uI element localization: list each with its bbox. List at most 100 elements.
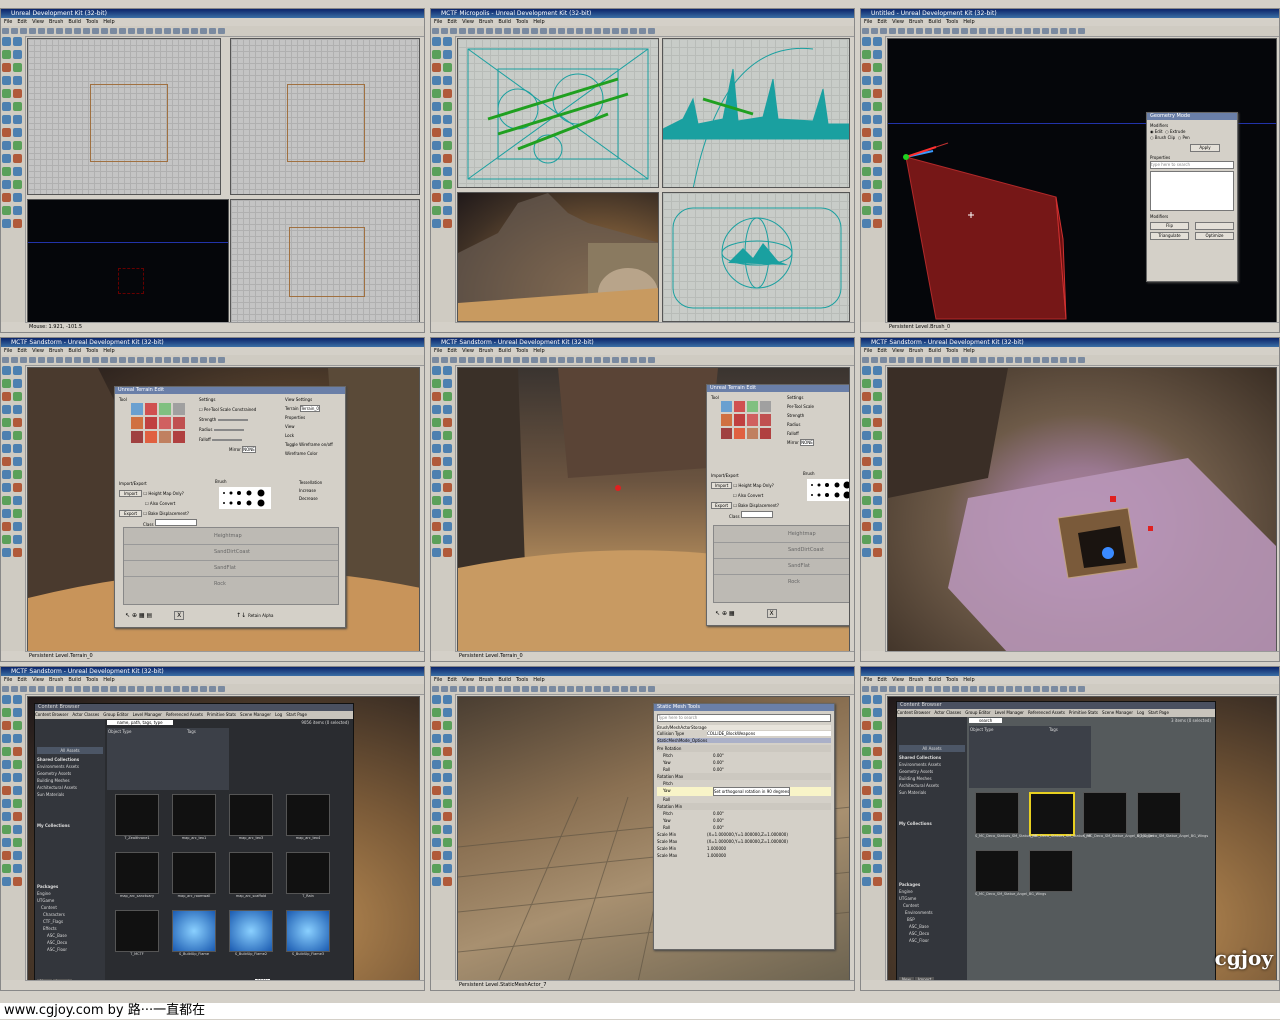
- menu-edit[interactable]: Edit: [447, 348, 457, 354]
- content-browser-window[interactable]: Content Browser Content Browser Actor Cla…: [896, 701, 1216, 985]
- properties-button[interactable]: Properties: [285, 413, 333, 422]
- tab-group-editor[interactable]: Group Editor: [103, 712, 128, 717]
- package-item[interactable]: UTGame: [37, 897, 103, 904]
- scale-min-uniform[interactable]: 1.000000: [707, 845, 726, 852]
- asset-thumbnail[interactable]: [115, 852, 159, 894]
- strength-slider[interactable]: [217, 419, 248, 421]
- menu-help[interactable]: Help: [533, 348, 544, 354]
- menu-help[interactable]: Help: [103, 677, 114, 683]
- mesh-thumbnail[interactable]: [975, 850, 1019, 892]
- scale-max-uniform[interactable]: 1.000000: [707, 852, 726, 859]
- menu-help[interactable]: Help: [963, 19, 974, 25]
- menu-brush[interactable]: Brush: [909, 348, 923, 354]
- package-item[interactable]: BSP: [899, 916, 965, 923]
- tab-strip[interactable]: Content Browser Actor Classes Group Editor…: [35, 711, 353, 719]
- menu-file[interactable]: File: [4, 19, 12, 25]
- mode-toolbox[interactable]: [431, 36, 456, 322]
- collection-item[interactable]: Architectural Assets: [899, 782, 965, 789]
- pitch-min-value[interactable]: 0.00°: [713, 810, 724, 817]
- falloff-slider[interactable]: [212, 439, 243, 441]
- viewport-perspective[interactable]: [887, 367, 1277, 652]
- toggle-wireframe-button[interactable]: Toggle Wireframe on/off: [285, 440, 333, 449]
- menu-view[interactable]: View: [32, 19, 44, 25]
- mirror-select[interactable]: NONE: [800, 439, 814, 446]
- viewport-side[interactable]: [230, 199, 420, 323]
- package-item[interactable]: Environments: [899, 909, 965, 916]
- tab-primitive-stats[interactable]: Primitive Stats: [1069, 710, 1098, 715]
- mesh-thumbnail[interactable]: [1029, 850, 1073, 892]
- toolbar[interactable]: [1, 684, 424, 695]
- tab-primitive-stats[interactable]: Primitive Stats: [207, 712, 236, 717]
- radius-slider[interactable]: [213, 429, 244, 431]
- tab-actor-classes[interactable]: Actor Classes: [72, 712, 99, 717]
- yaw-value[interactable]: 0.00°: [713, 759, 724, 766]
- pre-rotation-label[interactable]: Pre Rotation: [657, 745, 831, 752]
- menu-build[interactable]: Build: [928, 677, 941, 683]
- layer-copy-icon[interactable]: ▦: [729, 610, 735, 617]
- all-assets-button[interactable]: All Assets: [899, 745, 965, 752]
- menu-brush[interactable]: Brush: [479, 677, 493, 683]
- viewport-perspective[interactable]: Geometry Mode Modifiers ◉ Edit ○ Extrude…: [887, 38, 1277, 323]
- yaw-min-value[interactable]: 0.00°: [713, 817, 724, 824]
- layer-row[interactable]: SandDirtCoast: [124, 545, 338, 561]
- viewport-perspective[interactable]: Unreal Terrain Edit Tool Settings Per-To…: [457, 367, 850, 652]
- geometry-mode-dialog[interactable]: Geometry Mode Modifiers ◉ Edit ○ Extrude…: [1146, 112, 1238, 282]
- toolbar[interactable]: [861, 355, 1279, 366]
- asset-thumbnail[interactable]: [172, 794, 216, 836]
- menu-help[interactable]: Help: [963, 677, 974, 683]
- menu-tools[interactable]: Tools: [86, 19, 98, 25]
- asset-thumbnail[interactable]: [229, 910, 273, 952]
- tab-actor-classes[interactable]: Actor Classes: [934, 710, 961, 715]
- package-item[interactable]: ASC_Floor: [37, 946, 103, 953]
- mesh-thumbnail[interactable]: [1137, 792, 1181, 834]
- menu-tools[interactable]: Tools: [516, 348, 528, 354]
- layer-copy-icon[interactable]: ▦: [139, 612, 145, 619]
- package-item[interactable]: Content: [37, 904, 103, 911]
- menu-build[interactable]: Build: [498, 348, 511, 354]
- asset-thumbnail[interactable]: [286, 910, 330, 952]
- collection-item[interactable]: Sun Materials: [37, 791, 103, 798]
- menu-help[interactable]: Help: [963, 348, 974, 354]
- package-item[interactable]: Characters: [37, 911, 103, 918]
- mode-toolbox[interactable]: [861, 365, 886, 651]
- content-browser-window[interactable]: Content Browser Content Browser Actor Cla…: [34, 703, 354, 987]
- collection-item[interactable]: Environments Assets: [899, 761, 965, 768]
- menu-build[interactable]: Build: [68, 677, 81, 683]
- layer-row[interactable]: Rock: [124, 577, 338, 592]
- menu-help[interactable]: Help: [103, 19, 114, 25]
- menu-file[interactable]: File: [434, 677, 442, 683]
- terrain-edit-dialog[interactable]: Unreal Terrain Edit Tool Settings Per-To…: [706, 384, 849, 626]
- menu-tools[interactable]: Tools: [946, 348, 958, 354]
- menu-help[interactable]: Help: [533, 677, 544, 683]
- triangulate-button[interactable]: Triangulate: [1150, 232, 1189, 240]
- menu-brush[interactable]: Brush: [49, 348, 63, 354]
- menu-file[interactable]: File: [4, 677, 12, 683]
- tab-content-browser[interactable]: Content Browser: [897, 710, 930, 715]
- menu-view[interactable]: View: [892, 348, 904, 354]
- menu-edit[interactable]: Edit: [17, 19, 27, 25]
- layer-delete-icon[interactable]: ▤: [147, 612, 153, 619]
- tab-strip[interactable]: Content Browser Actor Classes Group Editor…: [897, 709, 1215, 717]
- tab-scene-manager[interactable]: Scene Manager: [1102, 710, 1133, 715]
- menu-brush[interactable]: Brush: [479, 19, 493, 25]
- blank-button[interactable]: [1195, 222, 1234, 230]
- all-assets-button[interactable]: All Assets: [37, 747, 103, 754]
- asset-thumbnail[interactable]: [286, 794, 330, 836]
- package-item[interactable]: ASC_Base: [899, 923, 965, 930]
- apply-button[interactable]: Apply: [1190, 144, 1220, 152]
- layer-row[interactable]: Rock: [714, 575, 849, 590]
- package-item[interactable]: ASC_Floor: [899, 937, 965, 944]
- menu-edit[interactable]: Edit: [877, 19, 887, 25]
- menu-help[interactable]: Help: [533, 19, 544, 25]
- object-type-filter[interactable]: Object Type Tags: [107, 728, 229, 790]
- menu-edit[interactable]: Edit: [877, 677, 887, 683]
- package-item[interactable]: ASC_Deco: [899, 930, 965, 937]
- viewport-top[interactable]: [27, 38, 221, 195]
- asset-thumbnail[interactable]: [172, 852, 216, 894]
- layer-row[interactable]: SandFlat: [124, 561, 338, 577]
- viewport-front[interactable]: [662, 38, 850, 188]
- close-button[interactable]: X: [766, 609, 777, 618]
- collection-item[interactable]: Environments Assets: [37, 763, 103, 770]
- class-select[interactable]: [154, 519, 197, 526]
- export-button[interactable]: Export: [119, 510, 143, 517]
